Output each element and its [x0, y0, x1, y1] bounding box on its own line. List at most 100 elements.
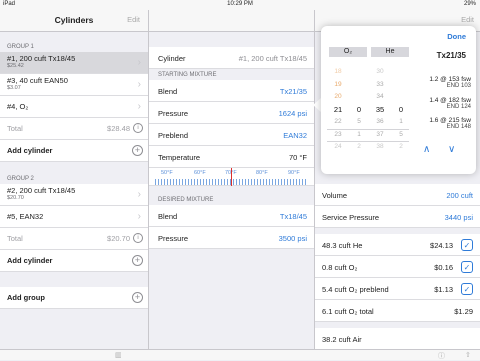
cylinder-row-title: #3, 40 cuft EAN50	[7, 76, 68, 85]
cylinder-row-5[interactable]: #5, EAN32 ›	[0, 206, 148, 228]
chevron-up-icon[interactable]: ∧	[423, 144, 430, 155]
temp-tick-label: 80°F	[256, 170, 268, 176]
checkmark-icon[interactable]: ✓	[461, 283, 473, 295]
volume-label: Volume	[322, 191, 348, 200]
cylinders-navbar: Cylinders Edit	[0, 10, 148, 32]
cylinder-row-4[interactable]: #4, O₂ ›	[0, 96, 148, 118]
desired-mixture-header: DESIRED MIXTURE	[158, 197, 214, 203]
depth-line: 1.6 @ 215 fsw	[429, 117, 471, 124]
temp-tick-label: 60°F	[194, 170, 206, 176]
chevron-right-icon: ›	[137, 211, 141, 222]
volume-value: 200 cuft	[446, 191, 473, 200]
wheel-option: 18	[334, 68, 342, 75]
trash-icon[interactable]: ▥	[115, 351, 122, 359]
pressure-value: 3500 psi	[278, 234, 307, 243]
wheel-option: 2	[399, 143, 403, 150]
cylinder-row-title: #1, 200 cuft Tx18/45	[7, 54, 76, 63]
start-pressure-field[interactable]: Pressure 1624 psi	[149, 102, 314, 124]
preblend-field[interactable]: Preblend EAN32	[149, 124, 314, 146]
cylinder-row-title: #5, EAN32	[7, 212, 44, 221]
total-value: $20.70	[107, 234, 130, 243]
fill-plan-edit-button[interactable]: Edit	[461, 15, 474, 24]
info-icon[interactable]: i	[133, 233, 143, 243]
he-column-header: He	[371, 47, 409, 57]
cylinder-field[interactable]: Cylinder #1, 200 cuft Tx18/45	[149, 47, 314, 69]
gas-price: $1.13	[434, 285, 453, 294]
gas-amount: 48.3 cuft He	[322, 241, 363, 250]
depth-info: 1.4 @ 182 fsw END 124	[419, 97, 471, 110]
gas-row-o2: 0.8 cuft O₂ $0.16 ✓	[315, 256, 480, 278]
wheel-option: 22	[334, 118, 342, 125]
air-label: 38.2 cuft Air	[322, 335, 362, 344]
pressure-label: Pressure	[158, 234, 189, 243]
middle-toolbar	[149, 349, 315, 360]
wheel-option: 1	[399, 118, 403, 125]
blend-label: Blend	[158, 87, 178, 96]
temperature-row: Temperature 70 °F	[149, 146, 314, 168]
gas-row-o2-preblend: 5.4 cuft O₂ preblend $1.13 ✓	[315, 278, 480, 300]
gas-price: $24.13	[430, 241, 453, 250]
share-icon[interactable]: ⇧	[465, 351, 471, 359]
temp-indicator[interactable]	[231, 168, 232, 186]
checkmark-icon[interactable]: ✓	[461, 239, 473, 251]
info-icon[interactable]: i	[133, 123, 143, 133]
chevron-right-icon: ›	[137, 189, 141, 200]
depth-info: 1.6 @ 215 fsw END 148	[419, 117, 471, 130]
service-pressure-field[interactable]: Service Pressure 3440 psi	[315, 206, 480, 228]
cylinder-row-price: $25.42	[7, 63, 24, 69]
volume-field[interactable]: Volume 200 cuft	[315, 184, 480, 206]
battery-label: 29%	[463, 1, 476, 7]
depth-end: END 148	[446, 124, 471, 130]
wheel-option: 34	[376, 93, 384, 100]
cylinder-row-price: $3.07	[7, 85, 21, 91]
depth-end: END 103	[446, 83, 471, 89]
gas-amount: 0.8 cuft O₂	[322, 263, 358, 272]
preblend-label: Preblend	[158, 131, 189, 140]
wheel-option: 2	[357, 143, 361, 150]
gas-amount: 5.4 cuft O₂ preblend	[322, 285, 389, 294]
wheel-selected: 35	[375, 104, 385, 114]
cylinder-row-1[interactable]: #1, 200 cuft Tx18/45 $25.42 ›	[0, 52, 148, 74]
o2-total-value: $1.29	[454, 307, 473, 316]
cylinder-row-3[interactable]: #3, 40 cuft EAN50 $3.07 ›	[0, 74, 148, 96]
desired-blend-field[interactable]: Blend Tx18/45	[149, 205, 314, 227]
temperature-label: Temperature	[158, 153, 201, 162]
blend-label: Blend	[158, 212, 178, 221]
done-button[interactable]: Done	[447, 32, 466, 41]
desired-pressure-field[interactable]: Pressure 3500 psi	[149, 227, 314, 249]
depth-end: END 124	[446, 104, 471, 110]
wheel-selected: 0	[398, 104, 404, 114]
chevron-down-icon[interactable]: ∨	[448, 144, 455, 155]
plus-icon[interactable]: +	[132, 292, 143, 303]
wheel-option: 30	[376, 68, 384, 75]
add-group-row[interactable]: Add group +	[0, 287, 148, 309]
start-blend-field[interactable]: Blend Tx21/35	[149, 80, 314, 102]
add-cylinder-group1[interactable]: Add cylinder +	[0, 140, 148, 162]
cylinders-edit-button[interactable]: Edit	[127, 15, 140, 24]
checkmark-icon[interactable]: ✓	[461, 261, 473, 273]
pressure-label: Pressure	[158, 109, 189, 118]
wheel-option: 24	[334, 143, 342, 150]
plus-icon[interactable]: +	[132, 255, 143, 266]
service-pressure-value: 3440 psi	[444, 213, 473, 222]
blend-value: Tx21/35	[279, 87, 307, 96]
air-row: 38.2 cuft Air	[315, 328, 480, 350]
temperature-slider[interactable]: 50°F 60°F 70°F 80°F 90°F	[149, 168, 314, 186]
total-value: $28.48	[107, 124, 130, 133]
group1-header: GROUP 1	[7, 44, 34, 50]
depth-line: 1.4 @ 182 fsw	[429, 97, 471, 104]
starting-mixture-header: STARTING MIXTURE	[158, 72, 217, 78]
plus-icon[interactable]: +	[132, 145, 143, 156]
status-bar: iPad 10:29 PM 29%	[0, 0, 480, 10]
wheel-option: 20	[334, 93, 342, 100]
gas-row-he: 48.3 cuft He $24.13 ✓	[315, 234, 480, 256]
chevron-right-icon: ›	[137, 79, 141, 90]
cylinder-row-2[interactable]: #2, 200 cuft Tx18/45 $20.70 ›	[0, 184, 148, 206]
o2-column-header: O₂	[329, 47, 367, 57]
cylinder-label: Cylinder	[158, 54, 186, 63]
picker-selection-band	[327, 129, 409, 142]
cylinder-value: #1, 200 cuft Tx18/45	[238, 54, 307, 63]
add-cylinder-group2[interactable]: Add cylinder +	[0, 250, 148, 272]
add-cylinder-label: Add cylinder	[7, 146, 53, 155]
add-group-label: Add group	[7, 293, 45, 302]
